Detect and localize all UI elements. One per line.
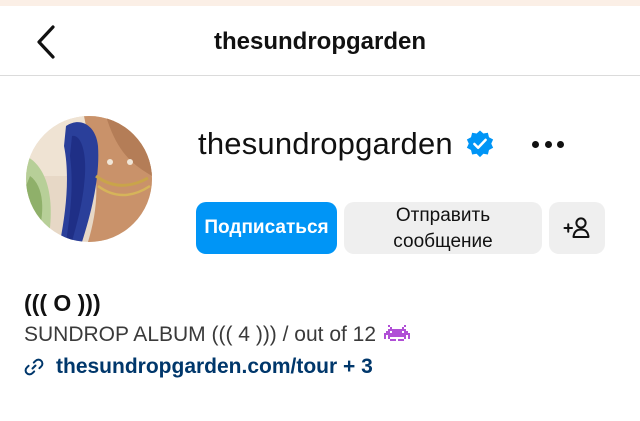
more-horizontal-icon bbox=[532, 140, 539, 148]
message-button[interactable]: Отправить сообщение bbox=[344, 202, 542, 254]
suggested-users-button[interactable] bbox=[549, 202, 605, 254]
username-row: thesundropgarden bbox=[198, 124, 495, 164]
link-icon bbox=[24, 357, 44, 377]
more-options-button[interactable] bbox=[526, 128, 570, 160]
bio-display-name: ((( O ))) bbox=[24, 290, 101, 316]
profile-username: thesundropgarden bbox=[198, 126, 453, 161]
add-user-icon bbox=[563, 217, 590, 238]
message-button-label: Отправить сообщение bbox=[393, 205, 493, 252]
space-invader-icon bbox=[384, 325, 411, 345]
header-title: thesundropgarden bbox=[213, 28, 426, 55]
avatar[interactable] bbox=[26, 116, 152, 242]
bio-link-text[interactable]: thesundropgarden.com/tour + 3 bbox=[56, 352, 373, 382]
bio-link[interactable]: thesundropgarden.com/tour + 3 bbox=[24, 352, 624, 382]
profile-bio: ((( O ))) SUNDROP ALBUM ((( 4 ))) / out … bbox=[24, 288, 624, 382]
profile-page: thesundropgarden thesundropgarden Подпис… bbox=[0, 0, 640, 421]
follow-button[interactable]: Подписаться bbox=[196, 202, 337, 254]
bio-description-text: SUNDROP ALBUM ((( 4 ))) / out of 12 bbox=[24, 323, 377, 346]
profile-photo bbox=[26, 116, 152, 242]
bio-description: SUNDROP ALBUM ((( 4 ))) / out of 12 bbox=[24, 320, 624, 350]
follow-button-label: Подписаться bbox=[204, 217, 329, 238]
top-bar: thesundropgarden bbox=[0, 6, 640, 76]
verified-badge-icon bbox=[465, 129, 495, 159]
